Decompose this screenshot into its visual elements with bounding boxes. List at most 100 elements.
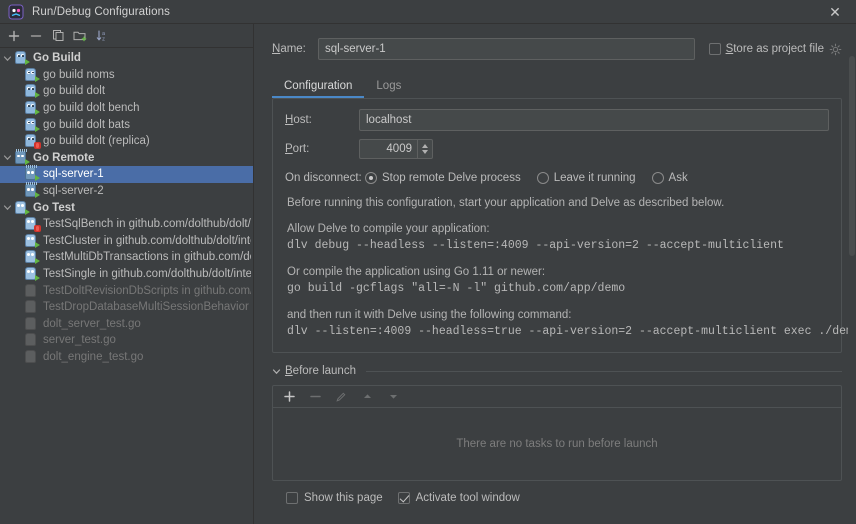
radio-leave-it-running[interactable]: Leave it running: [537, 172, 636, 184]
copy-configuration-button[interactable]: [48, 26, 68, 46]
remove-configuration-button[interactable]: [26, 26, 46, 46]
go-test-icon: [14, 201, 30, 215]
add-configuration-button[interactable]: [4, 26, 24, 46]
show-this-page-checkbox[interactable]: [286, 492, 298, 504]
on-disconnect-label: On disconnect:: [285, 172, 365, 184]
tree-item[interactable]: TestSqlBench in github.com/dolthub/dolt/…: [0, 216, 253, 233]
tree-item[interactable]: go build dolt (replica): [0, 133, 253, 150]
before-launch-title: Before launch: [285, 365, 356, 377]
store-as-project-file-control[interactable]: Store as project file: [695, 43, 842, 56]
configurations-tree[interactable]: Go Buildgo build nomsgo build doltgo bui…: [0, 48, 253, 524]
tree-item-label: sql-server-2: [43, 185, 104, 197]
tree-group-go-test[interactable]: Go Test: [0, 199, 253, 216]
arrow-down-icon[interactable]: [383, 387, 403, 407]
scrollbar-thumb[interactable]: [849, 56, 855, 256]
port-input[interactable]: [359, 139, 417, 159]
go-test-temporary-icon: [24, 284, 40, 298]
radio-button[interactable]: [652, 172, 664, 184]
tree-item-label: TestDropDatabaseMultiSessionBehavior in …: [43, 301, 251, 313]
tree-item[interactable]: sql-server-1: [0, 166, 253, 183]
before-launch-toolbar: [273, 386, 841, 408]
store-as-project-file-checkbox[interactable]: [709, 43, 721, 55]
host-input[interactable]: [359, 109, 829, 131]
before-launch-empty-text: There are no tasks to run before launch: [273, 408, 841, 480]
svg-text:z: z: [102, 37, 105, 43]
tree-item[interactable]: TestCluster in github.com/dolthub/dolt/i…: [0, 233, 253, 250]
go-test-icon: [24, 234, 40, 248]
go-build-icon: [24, 101, 40, 115]
gear-icon[interactable]: [829, 43, 842, 56]
spinner-up-icon[interactable]: [422, 144, 428, 148]
chevron-down-icon[interactable]: [0, 203, 14, 212]
radio-stop-remote-delve-process[interactable]: Stop remote Delve process: [365, 172, 521, 184]
activate-tool-window-label: Activate tool window: [416, 492, 520, 504]
on-disconnect-radio-group[interactable]: Stop remote Delve process Leave it runni…: [365, 172, 704, 184]
sidebar-toolbar: a z: [0, 24, 253, 48]
hint-allow-delve-compile: Allow Delve to compile your application:: [287, 223, 829, 235]
command-dlv-exec: dlv --listen=:4009 --headless=true --api…: [287, 325, 829, 338]
on-disconnect-row: On disconnect: Stop remote Delve process…: [285, 167, 829, 189]
tree-item-label: TestSingle in github.com/dolthub/dolt/in…: [43, 268, 251, 280]
name-label: Name:: [272, 43, 318, 55]
tree-item-label: dolt_server_test.go: [43, 318, 141, 330]
radio-button[interactable]: [537, 172, 549, 184]
folder-add-icon[interactable]: [70, 26, 90, 46]
hint-compile-go-111: Or compile the application using Go 1.11…: [287, 266, 829, 278]
name-input[interactable]: [318, 38, 695, 60]
remove-task-button[interactable]: [305, 387, 325, 407]
spinner-down-icon[interactable]: [422, 150, 428, 154]
radio-label: Leave it running: [554, 172, 636, 184]
chevron-down-icon[interactable]: [272, 367, 281, 376]
tree-item[interactable]: TestSingle in github.com/dolthub/dolt/in…: [0, 266, 253, 283]
go-build-icon: [24, 84, 40, 98]
tree-item-label: Go Remote: [33, 152, 94, 164]
before-launch-divider: [366, 371, 842, 372]
host-label: Host:: [285, 114, 359, 126]
editor-tabs[interactable]: Configuration Logs: [272, 72, 842, 98]
tree-item-label: sql-server-1: [43, 168, 104, 180]
tree-group-go-build[interactable]: Go Build: [0, 50, 253, 67]
before-launch-header[interactable]: Before launch: [272, 365, 842, 377]
tree-item[interactable]: TestMultiDbTransactions in github.com/do…: [0, 249, 253, 266]
tree-item[interactable]: go build dolt: [0, 83, 253, 100]
activate-tool-window-checkbox[interactable]: [398, 492, 410, 504]
go-remote-icon: [24, 167, 40, 181]
tree-group-go-remote[interactable]: Go Remote: [0, 150, 253, 167]
tree-item[interactable]: dolt_engine_test.go: [0, 349, 253, 366]
tree-item-label: go build dolt bats: [43, 119, 130, 131]
tab-configuration[interactable]: Configuration: [272, 80, 364, 98]
add-task-button[interactable]: [279, 387, 299, 407]
sort-alphabetically-icon[interactable]: a z: [92, 26, 112, 46]
tree-item[interactable]: dolt_server_test.go: [0, 316, 253, 333]
close-icon[interactable]: ✕: [814, 0, 856, 24]
go-remote-icon: [14, 151, 30, 165]
radio-ask[interactable]: Ask: [652, 172, 688, 184]
tree-item[interactable]: go build dolt bats: [0, 116, 253, 133]
command-go-build: go build -gcflags "all=-N -l" github.com…: [287, 282, 829, 295]
tree-item[interactable]: sql-server-2: [0, 183, 253, 200]
tree-item[interactable]: server_test.go: [0, 332, 253, 349]
tree-item-label: TestSqlBench in github.com/dolthub/dolt/…: [43, 218, 251, 230]
tree-item[interactable]: TestDropDatabaseMultiSessionBehavior in …: [0, 299, 253, 316]
configuration-card: Host: Port: On disconnect:: [272, 98, 842, 353]
vertical-scrollbar[interactable]: [848, 48, 856, 524]
chevron-down-icon[interactable]: [0, 54, 14, 63]
chevron-down-icon[interactable]: [0, 153, 14, 162]
host-row: Host:: [285, 109, 829, 131]
tree-item[interactable]: TestDoltRevisionDbScripts in github.com/…: [0, 282, 253, 299]
go-build-icon: [14, 51, 30, 65]
activate-tool-window-option[interactable]: Activate tool window: [398, 492, 520, 504]
tree-item-label: Go Build: [33, 52, 81, 64]
tree-item-label: TestMultiDbTransactions in github.com/do…: [43, 251, 251, 263]
arrow-up-icon[interactable]: [357, 387, 377, 407]
radio-label: Ask: [669, 172, 688, 184]
tree-item-label: server_test.go: [43, 334, 116, 346]
tree-item[interactable]: go build dolt bench: [0, 100, 253, 117]
tab-logs[interactable]: Logs: [364, 80, 413, 98]
port-spinner-buttons[interactable]: [417, 139, 433, 159]
tree-item[interactable]: go build noms: [0, 67, 253, 84]
radio-button[interactable]: [365, 172, 377, 184]
port-stepper[interactable]: [359, 139, 433, 159]
pencil-icon[interactable]: [331, 387, 351, 407]
show-this-page-option[interactable]: Show this page: [286, 492, 383, 504]
